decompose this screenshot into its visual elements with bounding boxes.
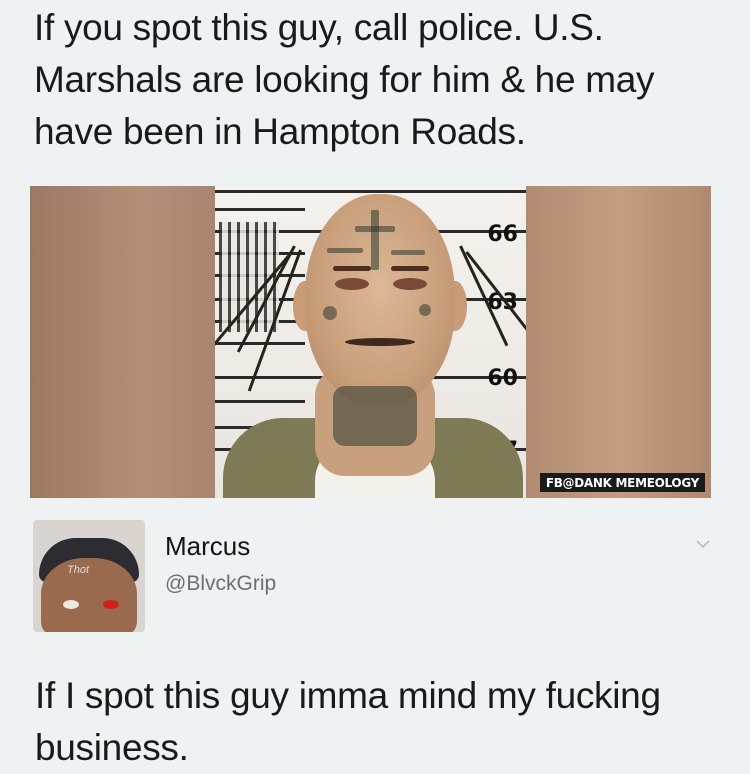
height-mark-66: 66	[487, 222, 518, 247]
height-chart-line	[215, 190, 526, 193]
news-headline: If you spot this guy, call police. U.S. …	[34, 7, 655, 152]
mugshot-center: 66 63 60 7	[215, 186, 526, 498]
neck-tattoo	[333, 386, 417, 446]
blurred-background-right	[526, 186, 711, 498]
eye-right	[393, 278, 427, 290]
tweet[interactable]: Thot Marcus @BlvckGrip If I spot this gu…	[0, 512, 750, 768]
face-tattoo	[391, 250, 425, 255]
user-handle[interactable]: @BlvckGrip	[165, 572, 276, 596]
mugshot-image[interactable]: 66 63 60 7 FB@DANK MEMEOLOGY	[30, 186, 711, 498]
avatar-eye-right	[103, 600, 119, 609]
face-tattoo	[419, 304, 431, 316]
height-chart-line	[215, 400, 305, 403]
height-mark-60: 60	[487, 366, 518, 391]
tweet-text: If I spot this guy imma mind my fucking …	[35, 675, 661, 768]
face-tattoo	[355, 226, 395, 232]
watermark: FB@DANK MEMEOLOGY	[539, 473, 705, 492]
face-tattoo	[371, 210, 379, 270]
face-tattoo	[323, 306, 337, 320]
mustache	[345, 338, 415, 346]
height-chart-line	[215, 342, 305, 345]
chevron-down-icon[interactable]	[696, 539, 710, 549]
eye-left	[335, 278, 369, 290]
avatar[interactable]: Thot	[33, 520, 145, 632]
height-chart-line	[215, 208, 305, 211]
eyebrow-left	[333, 266, 371, 271]
blurred-background-left	[30, 186, 215, 498]
face-tattoo	[327, 248, 363, 253]
avatar-caption: Thot	[67, 564, 90, 576]
eyebrow-right	[391, 266, 429, 271]
display-name[interactable]: Marcus	[165, 531, 250, 562]
avatar-eye-left	[63, 600, 79, 609]
